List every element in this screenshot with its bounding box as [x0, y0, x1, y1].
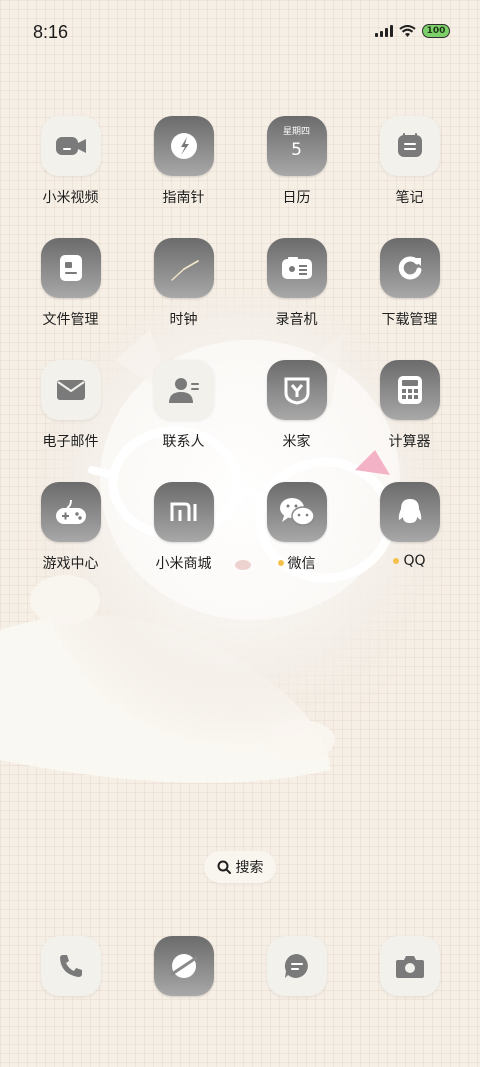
file-manager-icon [40, 238, 101, 298]
calculator-icon [379, 360, 440, 420]
app-mi-store[interactable]: 小米商城 [127, 482, 240, 574]
app-wechat[interactable]: 微信 [240, 482, 353, 574]
app-label: 米家 [282, 434, 311, 450]
app-label: 微信 [287, 556, 316, 572]
app-label: 计算器 [388, 434, 431, 450]
compass-icon [153, 116, 214, 176]
wifi-icon [399, 24, 416, 37]
video-camera-icon [40, 116, 101, 176]
app-recorder[interactable]: 录音机 [240, 238, 353, 330]
recorder-icon [266, 238, 327, 298]
download-icon [379, 238, 440, 298]
app-label: 下载管理 [381, 312, 438, 328]
app-calendar[interactable]: 星期四 5 日历 [240, 116, 353, 208]
app-label: 电子邮件 [42, 434, 99, 450]
app-label: 时钟 [169, 312, 198, 328]
messages-icon [266, 936, 327, 996]
search-icon [217, 860, 231, 874]
notes-icon [379, 116, 440, 176]
dock-messages[interactable] [240, 936, 353, 998]
mijia-icon [266, 360, 327, 420]
app-game-center[interactable]: 游戏中心 [14, 482, 127, 574]
app-label: 文件管理 [42, 312, 99, 328]
calendar-day: 5 [291, 140, 302, 160]
search-label: 搜索 [235, 860, 264, 876]
battery-indicator: 100 [422, 24, 450, 38]
qq-icon [379, 482, 440, 542]
calendar-icon: 星期四 5 [266, 116, 327, 176]
app-label: 日历 [282, 190, 311, 206]
dock [14, 936, 466, 998]
email-icon [40, 360, 101, 420]
app-clock[interactable]: 时钟 [127, 238, 240, 330]
app-label: 笔记 [395, 190, 424, 206]
app-label: 录音机 [275, 312, 318, 328]
mi-store-icon [153, 482, 214, 542]
phone-icon [40, 936, 101, 996]
status-icons: 100 [375, 24, 450, 38]
app-label: 游戏中心 [42, 556, 99, 572]
app-label: 小米视频 [42, 190, 99, 206]
dock-browser[interactable] [127, 936, 240, 998]
app-qq[interactable]: QQ [353, 482, 466, 574]
app-label: 联系人 [162, 434, 205, 450]
notification-dot [277, 560, 284, 566]
app-notes[interactable]: 笔记 [353, 116, 466, 208]
app-label: 小米商城 [155, 556, 212, 572]
app-file-manager[interactable]: 文件管理 [14, 238, 127, 330]
app-contacts[interactable]: 联系人 [127, 360, 240, 452]
status-time: 8:16 [33, 22, 69, 42]
browser-icon [153, 936, 214, 996]
app-mijia[interactable]: 米家 [240, 360, 353, 452]
wechat-icon [266, 482, 327, 542]
clock-icon [153, 238, 214, 298]
camera-icon [379, 936, 440, 996]
contacts-icon [153, 360, 214, 420]
app-grid: 小米视频 指南针 星期四 5 日历 笔记 文件管理 时钟 录音机 下载管理 电子… [14, 116, 466, 574]
app-compass[interactable]: 指南针 [127, 116, 240, 208]
dock-camera[interactable] [353, 936, 466, 998]
app-label: QQ [403, 553, 426, 569]
signal-icon [375, 25, 393, 37]
app-download-manager[interactable]: 下载管理 [353, 238, 466, 330]
app-calculator[interactable]: 计算器 [353, 360, 466, 452]
calendar-weekday: 星期四 [282, 127, 310, 137]
game-center-icon [40, 482, 101, 542]
dock-phone[interactable] [14, 936, 127, 998]
search-button[interactable]: 搜索 [204, 851, 276, 883]
notification-dot [393, 558, 400, 564]
app-label: 指南针 [162, 190, 205, 206]
app-xiaomi-video[interactable]: 小米视频 [14, 116, 127, 208]
status-bar: 8:16 100 [0, 0, 480, 68]
app-email[interactable]: 电子邮件 [14, 360, 127, 452]
